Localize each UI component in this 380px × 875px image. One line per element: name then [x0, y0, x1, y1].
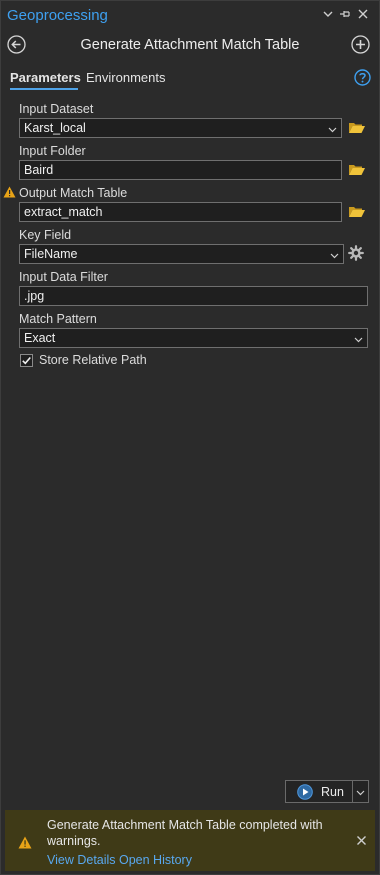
open-history-link[interactable]: Open History [119, 853, 192, 867]
input-dataset-label: Input Dataset [19, 102, 94, 116]
input-folder-value: Baird [24, 163, 54, 177]
tab-environments[interactable]: Environments [86, 70, 165, 85]
tool-title: Generate Attachment Match Table [80, 37, 300, 53]
help-icon[interactable] [354, 69, 371, 86]
input-data-filter-label: Input Data Filter [19, 270, 108, 284]
run-options-dropdown[interactable] [353, 780, 369, 803]
play-icon [297, 784, 313, 800]
input-data-filter-value: .jpg [24, 289, 45, 303]
input-dataset-dropdown[interactable]: Karst_local [19, 118, 342, 138]
notification-message: Generate Attachment Match Table complete… [47, 818, 323, 848]
match-pattern-value: Exact [24, 331, 56, 345]
chevron-down-icon[interactable] [322, 8, 334, 20]
pane-title: Geoprocessing [7, 7, 108, 24]
folder-icon[interactable] [348, 204, 366, 220]
output-match-table-label: Output Match Table [19, 186, 128, 200]
input-data-filter-field[interactable]: .jpg [19, 286, 368, 306]
match-pattern-label: Match Pattern [19, 312, 97, 326]
pane-titlebar: Geoprocessing [0, 0, 380, 32]
run-label: Run [321, 785, 344, 799]
view-details-link[interactable]: View Details [47, 853, 116, 867]
run-button[interactable]: Run [285, 780, 353, 803]
active-tab-indicator [10, 88, 78, 90]
folder-icon[interactable] [348, 162, 366, 178]
key-field-value: FileName [24, 247, 78, 261]
warning-icon [18, 836, 32, 849]
tab-parameters[interactable]: Parameters [10, 70, 81, 85]
gear-icon[interactable] [347, 245, 365, 261]
input-dataset-value: Karst_local [24, 121, 86, 135]
output-match-table-field[interactable]: extract_match [19, 202, 342, 222]
completion-notification: Generate Attachment Match Table complete… [5, 810, 375, 871]
chevron-down-icon [356, 790, 365, 796]
warning-icon[interactable] [3, 186, 16, 198]
output-match-table-value: extract_match [24, 205, 103, 219]
close-icon[interactable] [356, 835, 367, 846]
key-field-label: Key Field [19, 228, 72, 242]
key-field-dropdown[interactable]: FileName [19, 244, 344, 264]
store-relative-path-label: Store Relative Path [39, 353, 147, 367]
chevron-down-icon [354, 333, 363, 343]
pin-icon[interactable] [339, 8, 351, 20]
add-icon[interactable] [351, 35, 370, 54]
folder-icon[interactable] [348, 120, 366, 136]
input-folder-field[interactable]: Baird [19, 160, 342, 180]
match-pattern-dropdown[interactable]: Exact [19, 328, 368, 348]
store-relative-path-checkbox[interactable] [20, 354, 33, 367]
chevron-down-icon [328, 123, 337, 133]
back-arrow-icon[interactable] [7, 35, 26, 54]
input-folder-label: Input Folder [19, 144, 86, 158]
close-icon[interactable] [357, 8, 369, 20]
chevron-down-icon [330, 249, 339, 259]
